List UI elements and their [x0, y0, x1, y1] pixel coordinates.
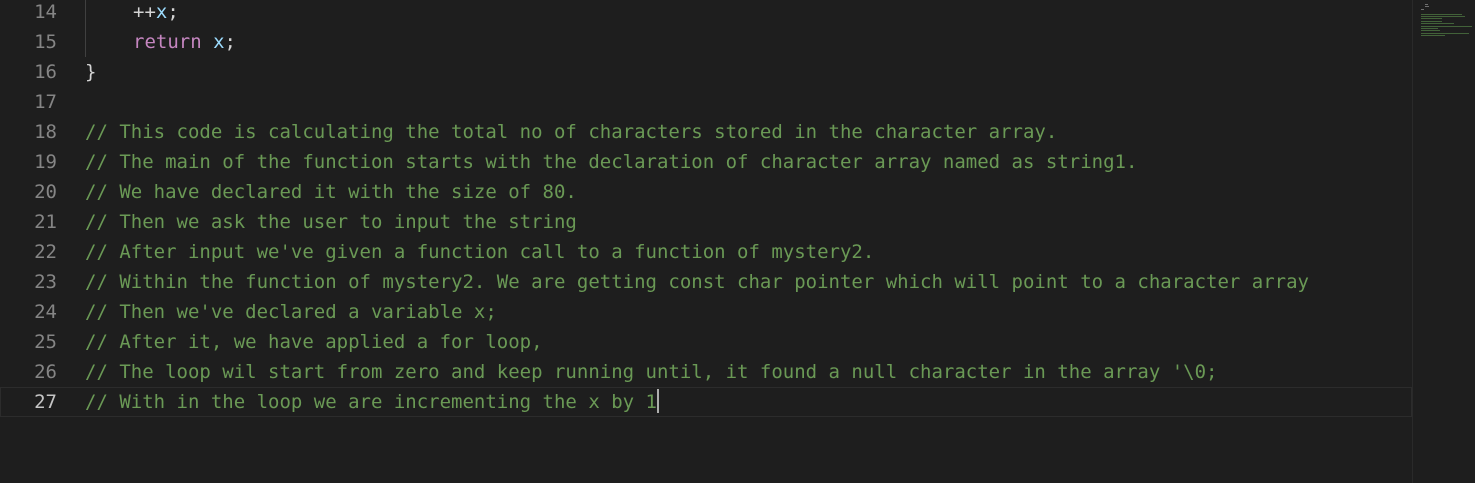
punc-token: ;: [167, 1, 179, 23]
minimap-line: [1421, 20, 1442, 22]
comment-token: // Within the function of mystery2. We a…: [85, 271, 1309, 293]
code-text[interactable]: // The main of the function starts with …: [85, 147, 1137, 177]
minimap[interactable]: [1412, 0, 1475, 483]
var-token: x: [155, 1, 168, 23]
minimap-line: [1421, 16, 1466, 17]
code-line[interactable]: 17: [0, 87, 1412, 117]
code-text[interactable]: // With in the loop we are incrementing …: [85, 387, 659, 417]
line-number: 17: [34, 91, 57, 113]
minimap-line: [1421, 25, 1473, 27]
line-number: 27: [34, 391, 57, 413]
code-line[interactable]: 20 // We have declared it with the size o…: [0, 177, 1412, 207]
brace-token: }: [85, 61, 97, 83]
code-line[interactable]: 14 ++x;: [0, 0, 1412, 27]
code-line[interactable]: 19 // The main of the function starts wit…: [0, 147, 1412, 177]
minimap-line: [1421, 23, 1455, 25]
line-number: 19: [34, 151, 57, 173]
indent-guide: [85, 27, 133, 57]
code-text[interactable]: // This code is calculating the total no…: [85, 117, 1057, 147]
comment-token: // Then we ask the user to input the str…: [85, 211, 577, 233]
indent-guide: [85, 0, 133, 27]
line-number: 26: [34, 361, 57, 383]
code-line[interactable]: 18 // This code is calculating the total …: [0, 117, 1412, 147]
minimap-line: [1421, 28, 1439, 29]
line-number: 22: [34, 241, 57, 263]
text-cursor: [656, 389, 659, 413]
comment-token: // After input we've given a function ca…: [85, 241, 875, 263]
op-token: ++: [133, 1, 156, 23]
code-line[interactable]: 15 return x;: [0, 27, 1412, 57]
comment-token: // This code is calculating the total no…: [85, 121, 1058, 143]
code-text[interactable]: // The loop wil start from zero and keep…: [85, 357, 1217, 387]
minimap-line: [1421, 30, 1441, 32]
comment-token: // The main of the function starts with …: [85, 151, 1138, 173]
comment-token: // We have declared it with the size of …: [85, 181, 577, 203]
comment-token: // Then we've declared a variable x;: [85, 301, 497, 323]
code-text[interactable]: return x;: [85, 27, 236, 57]
code-editor[interactable]: 14 ++x; 15 return x; 16} 17 18// This code is …: [0, 0, 1475, 483]
line-number: 20: [34, 181, 57, 203]
line-number: 24: [34, 301, 57, 323]
line-number: 25: [34, 331, 57, 353]
line-number: 14: [34, 1, 57, 23]
line-number: 23: [34, 271, 57, 293]
code-line[interactable]: 26 // The loop wil start from zero and ke…: [0, 357, 1412, 387]
code-text[interactable]: // After input we've given a function ca…: [85, 237, 874, 267]
code-line[interactable]: 16}: [0, 57, 1412, 87]
code-text[interactable]: // We have declared it with the size of …: [85, 177, 577, 207]
code-text[interactable]: // Then we've declared a variable x;: [85, 297, 497, 327]
code-line[interactable]: 24 // Then we've declared a variable x;: [0, 297, 1412, 327]
minimap-line: [1421, 8, 1424, 10]
code-text[interactable]: // After it, we have applied a for loop,: [85, 327, 543, 357]
line-number: 18: [34, 121, 57, 143]
minimap-line: [1421, 13, 1462, 15]
code-text[interactable]: // Within the function of mystery2. We a…: [85, 267, 1309, 297]
code-text[interactable]: // Then we ask the user to input the str…: [85, 207, 577, 237]
code-line[interactable]: 27 // With in the loop we are incrementin…: [0, 387, 1412, 417]
minimap-line: [1425, 4, 1428, 5]
line-number: 15: [34, 31, 57, 53]
code-text[interactable]: ++x;: [85, 0, 179, 27]
minimap-line: [1421, 18, 1442, 20]
code-line[interactable]: 21 // Then we ask the user to input the s…: [0, 207, 1412, 237]
minimap-line: [1421, 32, 1469, 34]
minimap-line: [1425, 6, 1430, 8]
punc-token: ;: [224, 31, 236, 53]
line-number: 21: [34, 211, 57, 233]
kw-token: return: [133, 31, 202, 53]
code-line[interactable]: 23 // Within the function of mystery2. We…: [0, 267, 1412, 297]
code-line[interactable]: 22 // After input we've given a function …: [0, 237, 1412, 267]
comment-token: // The loop wil start from zero and keep…: [85, 361, 1218, 383]
code-text[interactable]: }: [85, 57, 96, 87]
op-token: [202, 31, 213, 53]
code-area[interactable]: 14 ++x; 15 return x; 16} 17 18// This code is …: [0, 0, 1412, 417]
minimap-line: [1421, 35, 1445, 37]
code-line[interactable]: 25 // After it, we have applied a for loo…: [0, 327, 1412, 357]
var-token: x: [213, 31, 225, 53]
comment-token: // With in the loop we are incrementing …: [85, 391, 657, 413]
comment-token: // After it, we have applied a for loop,: [85, 331, 543, 353]
line-number: 16: [34, 61, 57, 83]
